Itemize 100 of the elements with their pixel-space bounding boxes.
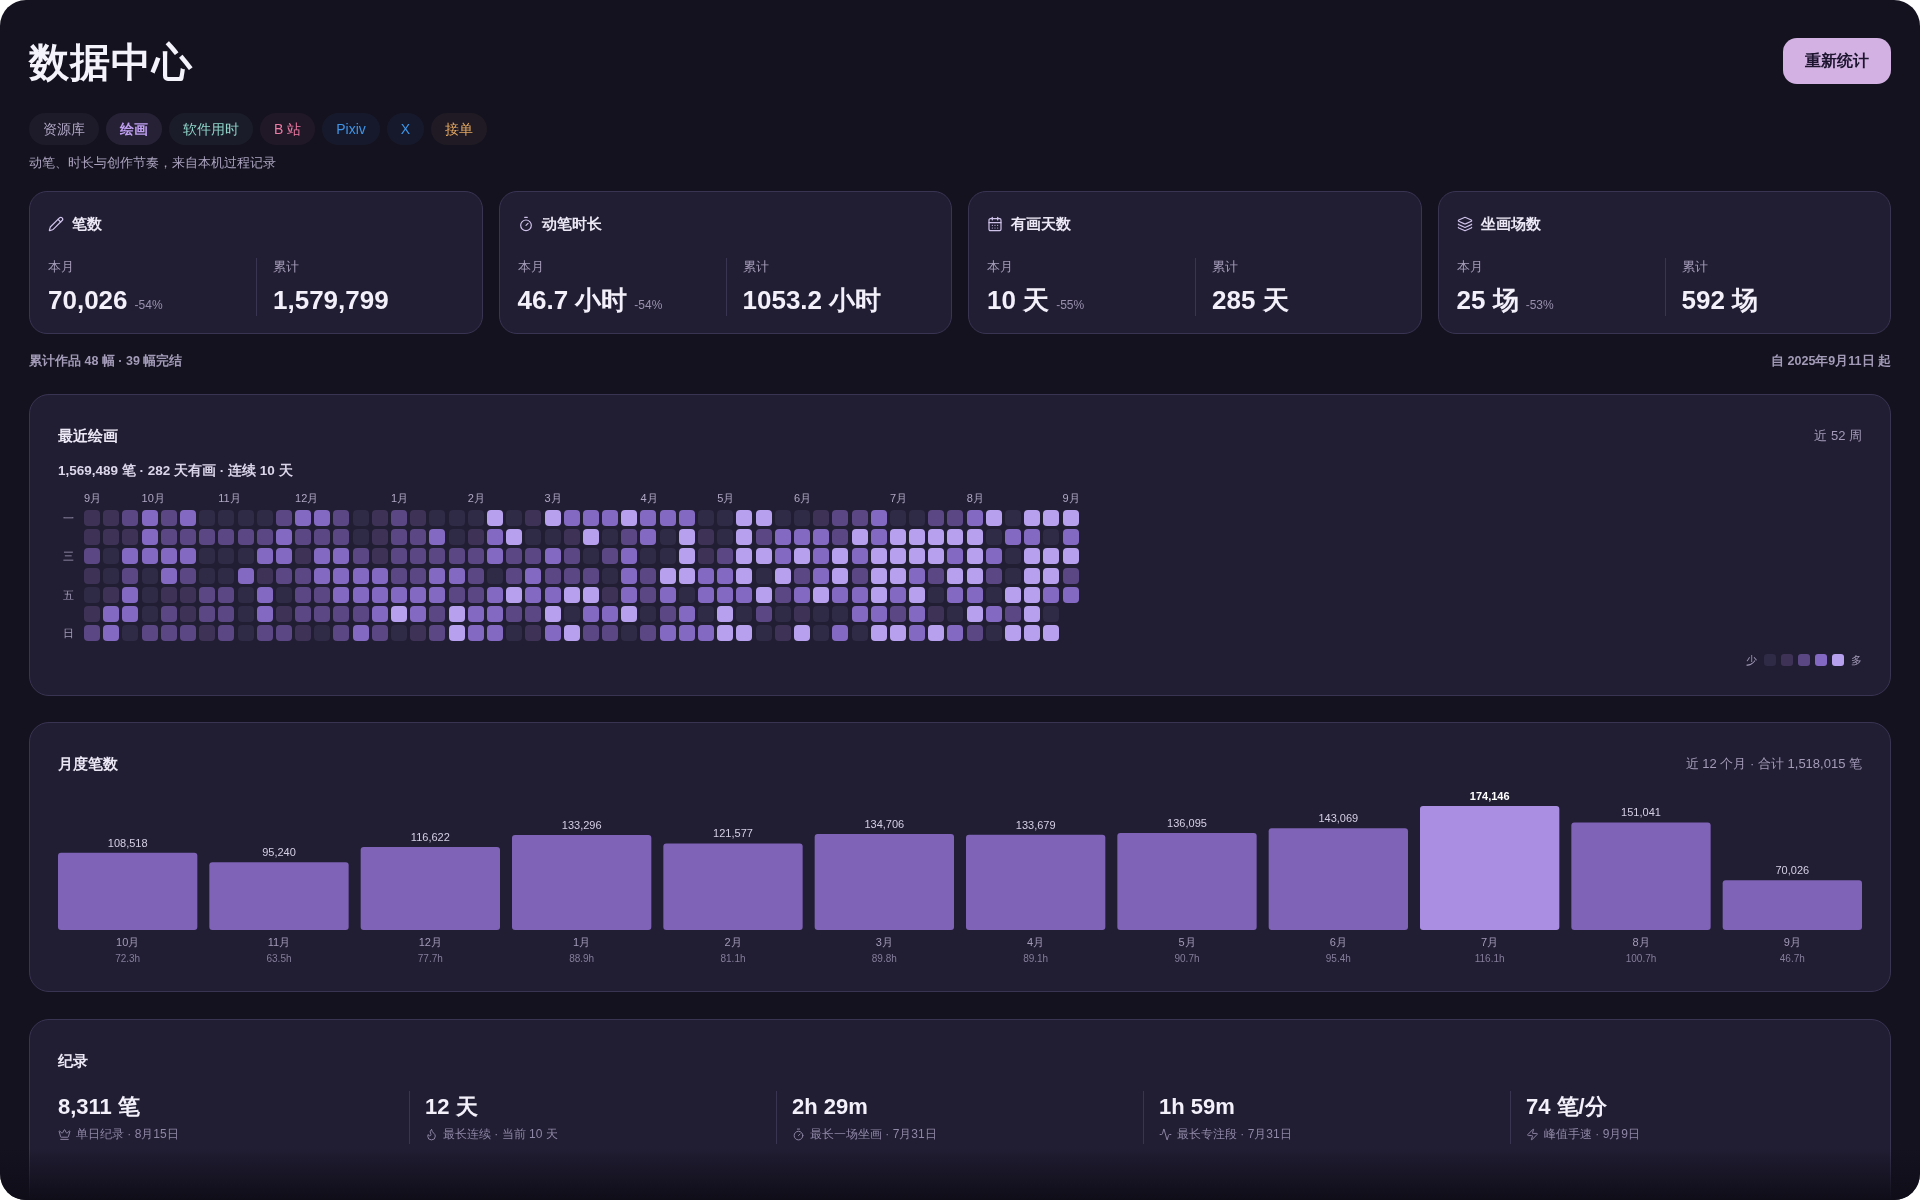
stat-label: 本月 [48,258,74,276]
bar-value-label: 136,095 [1167,817,1207,830]
card-title: 纪录 [58,1051,88,1071]
bar-value-label: 70,026 [1775,864,1810,877]
card-title: 最近绘画 [58,426,118,446]
month-label: 9月 [1062,491,1080,505]
card-title: 月度笔数 [58,754,118,774]
bar-value-label: 151,041 [1621,806,1661,819]
record-label: 峰值手速 · 9月9日 [1544,1126,1640,1142]
stat-value: 1053.2 小时 [742,285,882,315]
legend-swatch [1798,654,1810,667]
page-title: 数据中心 [29,39,193,86]
change-percent: -54% [634,297,663,313]
legend-label: 少 [1746,653,1757,668]
stat-title: 动笔时长 [541,214,602,234]
month-label: 12月 [418,936,442,948]
stat-value: 70,026 [48,284,128,316]
month-label: 1月 [573,936,591,948]
heatmap-summary: 1,569,489 笔 · 282 天有画 · 连续 10 天 [58,463,293,478]
page-subtitle: 动笔、时长与创作节奏，来自本机过程记录 [29,154,276,172]
month-label: 8月 [1632,936,1650,948]
stat-label: 累计 [273,258,299,276]
record-value: 74 笔/分 [1526,1093,1607,1121]
record-value: 12 天 [425,1093,478,1121]
category-tab[interactable]: 软件用时 [169,113,253,145]
month-label: 3月 [875,936,893,948]
month-label: 2月 [467,491,485,505]
weekday-label: 三 [62,549,74,564]
month-label: 10月 [116,936,140,948]
month-label: 4月 [640,491,658,505]
month-label: 3月 [544,491,562,505]
record-value: 1h 59m [1159,1093,1235,1121]
category-tab[interactable]: X [386,113,425,145]
month-label: 7月 [1481,936,1499,948]
hours-label: 81.1h [720,953,746,964]
timer-icon [792,1127,805,1141]
change-percent: -53% [1525,297,1554,313]
hours-label: 100.7h [1625,953,1657,964]
month-label: 5月 [717,491,735,505]
month-label: 8月 [966,491,984,505]
category-tab[interactable]: 绘画 [106,113,162,145]
hours-label: 95.4h [1325,953,1351,964]
month-label: 9月 [84,491,102,505]
hours-label: 72.3h [115,953,141,964]
stat-value: 46.7 小时 [517,284,628,316]
chart-summary: 近 12 个月 · 合计 1,518,015 笔 [1685,755,1862,773]
weekday-label: 一 [62,511,74,525]
change-percent: -54% [134,297,163,313]
stat-value: 592 场 [1681,285,1759,315]
flame-icon [425,1127,438,1141]
month-label: 11月 [267,936,291,948]
stat-label: 累计 [742,258,769,276]
month-label: 6月 [793,491,812,505]
hours-label: 89.8h [871,953,897,964]
hours-label: 88.9h [569,953,595,964]
month-label: 12月 [295,491,319,505]
hours-label: 63.5h [266,953,292,964]
hours-label: 116.1h [1474,953,1505,964]
change-percent: -55% [1056,297,1085,313]
category-tab[interactable]: 接单 [431,113,488,145]
bar-value-label: 174,146 [1469,790,1510,802]
category-tab[interactable]: B 站 [260,113,316,145]
layers-icon [1456,216,1473,232]
stat-label: 本月 [987,258,1013,276]
recount-button[interactable]: 重新统计 [1783,38,1891,84]
record-value: 8,311 笔 [58,1093,140,1121]
record-label: 最长专注段 · 7月31日 [1177,1126,1292,1142]
record-label: 单日纪录 · 8月15日 [76,1126,179,1142]
since-date: 自 2025年9月11日 起 [1771,353,1891,370]
pencil-icon [48,216,64,232]
record-label: 最长一场坐画 · 7月31日 [810,1126,937,1142]
category-tab[interactable]: 资源库 [29,113,99,145]
month-label: 10月 [141,491,165,505]
hours-label: 90.7h [1174,953,1200,964]
category-tab[interactable]: Pixiv [322,113,380,145]
timer-icon [517,216,534,232]
lightning-icon [1526,1127,1539,1141]
record-value: 2h 29m [792,1093,868,1121]
month-label: 11月 [218,491,241,505]
month-label: 2月 [724,936,742,948]
range-label: 近 52 周 [1814,427,1862,445]
legend-label: 多 [1851,653,1862,668]
hours-label: 46.7h [1779,953,1805,964]
stat-value: 1,579,799 [273,285,389,315]
stat-title: 笔数 [72,214,102,234]
weekday-label: 日 [62,626,74,641]
month-label: 4月 [1027,936,1045,948]
legend-swatch [1815,654,1827,667]
works-summary: 累计作品 48 幅 · 39 幅完结 [29,352,183,370]
bar-value-label: 108,518 [107,836,148,849]
stat-value: 285 天 [1212,285,1289,315]
month-label: 5月 [1178,936,1196,948]
stat-label: 本月 [517,258,544,276]
pulse-icon [1159,1127,1172,1141]
weekday-label: 五 [62,587,74,602]
stat-value: 10 天 [987,284,1050,316]
stat-title: 坐画场数 [1480,214,1541,234]
month-label: 7月 [889,491,907,505]
bar-value-label: 143,069 [1318,812,1359,825]
stat-label: 累计 [1681,258,1708,276]
